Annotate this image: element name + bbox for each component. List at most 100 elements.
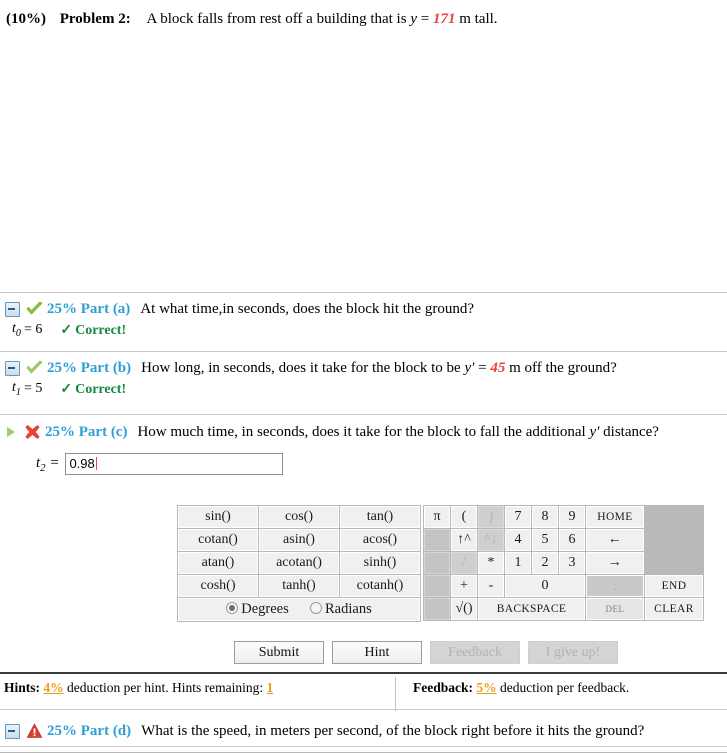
key-tan[interactable]: tan() [340, 506, 420, 528]
key-4[interactable]: 4 [505, 529, 531, 551]
action-buttons: Submit Hint Feedback I give up! [234, 641, 618, 664]
key-2[interactable]: 2 [532, 552, 558, 574]
answer-input[interactable]: 0.98 [65, 453, 284, 475]
part-a-row: 25% Part (a) At what time,in seconds, do… [0, 298, 727, 340]
radians-label: Radians [325, 601, 372, 617]
feedback-label: Feedback: [413, 680, 473, 695]
problem-header: (10%) Problem 2: A block falls from rest… [0, 0, 727, 29]
hints-text: deduction per hint. Hints remaining: [67, 680, 264, 695]
red-warning-icon [25, 723, 44, 739]
key-superscript[interactable]: ↑^ [451, 529, 477, 551]
part-b-question-pre: How long, in seconds, does it take for t… [141, 359, 461, 376]
key-acotan[interactable]: acotan() [259, 552, 339, 574]
hints-label: Hints: [4, 680, 41, 695]
key-6[interactable]: 6 [559, 529, 585, 551]
collapse-box-icon[interactable] [5, 723, 20, 739]
part-b-question-var: y′ [464, 359, 475, 376]
hints-deduction-pct[interactable]: 4% [43, 680, 63, 695]
key-clear[interactable]: CLEAR [645, 598, 703, 620]
part-b-answer-var: t1 [12, 380, 21, 398]
key-sinh[interactable]: sinh() [340, 552, 420, 574]
key-7[interactable]: 7 [505, 506, 531, 528]
divider-bottom-2 [0, 752, 727, 753]
collapse-box-icon[interactable] [5, 360, 20, 376]
key-1[interactable]: 1 [505, 552, 531, 574]
key-multiply[interactable]: * [478, 552, 504, 574]
part-d-question: What is the speed, in meters per second,… [141, 722, 645, 739]
function-keys-table: sin() cos() tan() cotan() asin() acos() … [177, 505, 421, 622]
part-b-answer-value: = 5 [23, 381, 43, 396]
part-c-question: How much time, in seconds, does it take … [137, 424, 659, 441]
key-cosh[interactable]: cosh() [178, 575, 258, 597]
part-b-row: 25% Part (b) How long, in seconds, does … [0, 357, 727, 399]
key-acos[interactable]: acos() [340, 529, 420, 551]
radians-radio[interactable]: Radians [310, 601, 372, 617]
key-atan[interactable]: atan() [178, 552, 258, 574]
feedback-button: Feedback [430, 641, 520, 664]
hint-button[interactable]: Hint [332, 641, 422, 664]
part-d-row: 25% Part (d) What is the speed, in meter… [0, 720, 727, 742]
part-a-question: At what time,in seconds, does the block … [140, 300, 474, 317]
problem-variable: y [410, 11, 417, 27]
table-row: sin() cos() tan() [178, 506, 420, 528]
key-blank [424, 598, 450, 620]
key-backspace[interactable]: BACKSPACE [478, 598, 585, 620]
angle-mode-row: Degrees Radians [178, 598, 420, 621]
key-arrow-right[interactable]: → [586, 552, 644, 574]
key-9[interactable]: 9 [559, 506, 585, 528]
collapse-box-icon[interactable] [5, 301, 20, 317]
table-row: + - 0 . END [424, 575, 703, 597]
part-a-answer-var: t0 [12, 321, 21, 339]
part-c-answer-row: t2 = 0.98 [36, 453, 284, 475]
key-home[interactable]: HOME [586, 506, 644, 528]
problem-number: Problem 2: [59, 11, 131, 27]
part-c-question-post: distance? [603, 423, 659, 440]
table-row: / * 1 2 3 → [424, 552, 703, 574]
expand-play-icon[interactable] [5, 426, 18, 439]
divider-above-part-b [0, 351, 727, 352]
key-sin[interactable]: sin() [178, 506, 258, 528]
key-plus[interactable]: + [451, 575, 477, 597]
key-divide: / [451, 552, 477, 574]
key-decimal-point: . [586, 575, 644, 597]
part-b-answer: t1 = 5 ✓ Correct! [0, 379, 727, 399]
key-cos[interactable]: cos() [259, 506, 339, 528]
key-blank [424, 575, 450, 597]
part-a-answer-value: = 6 [23, 322, 43, 337]
degrees-radio[interactable]: Degrees [226, 601, 289, 617]
part-b-question-eq: = [478, 359, 487, 376]
text-caret [95, 457, 97, 470]
key-blank [424, 529, 450, 551]
key-open-paren[interactable]: ( [451, 506, 477, 528]
red-x-icon [23, 424, 42, 440]
submit-button[interactable]: Submit [234, 641, 324, 664]
key-asin[interactable]: asin() [259, 529, 339, 551]
part-b-label: 25% Part (b) [47, 359, 132, 376]
key-cotan[interactable]: cotan() [178, 529, 258, 551]
key-3[interactable]: 3 [559, 552, 585, 574]
key-end[interactable]: END [645, 575, 703, 597]
key-pi[interactable]: π [424, 506, 450, 528]
key-tanh[interactable]: tanh() [259, 575, 339, 597]
key-5[interactable]: 5 [532, 529, 558, 551]
feedback-deduction-pct[interactable]: 5% [476, 680, 496, 695]
key-sqrt[interactable]: √() [451, 598, 477, 620]
hints-info: Hints: 4% deduction per hint. Hints rema… [4, 680, 273, 696]
key-cotanh[interactable]: cotanh() [340, 575, 420, 597]
radio-dot-icon [310, 602, 323, 614]
key-0[interactable]: 0 [505, 575, 585, 597]
part-d-label: 25% Part (d) [47, 722, 132, 739]
key-del[interactable]: DEL [586, 598, 644, 620]
key-subscript: ^↓ [478, 529, 504, 551]
feedback-text: deduction per feedback. [500, 680, 630, 695]
key-8[interactable]: 8 [532, 506, 558, 528]
part-b-question-post: m off the ground? [509, 359, 617, 376]
table-row: π ( ) 7 8 9 HOME [424, 506, 703, 528]
part-c-input-label: t2 = [36, 454, 60, 474]
key-arrow-left[interactable]: ← [586, 529, 644, 551]
part-a-answer: t0 = 6 ✓ Correct! [0, 320, 727, 340]
hints-remaining-count[interactable]: 1 [266, 680, 273, 695]
key-minus[interactable]: - [478, 575, 504, 597]
part-b-status: ✓ Correct! [60, 381, 127, 397]
table-row: atan() acotan() sinh() [178, 552, 420, 574]
